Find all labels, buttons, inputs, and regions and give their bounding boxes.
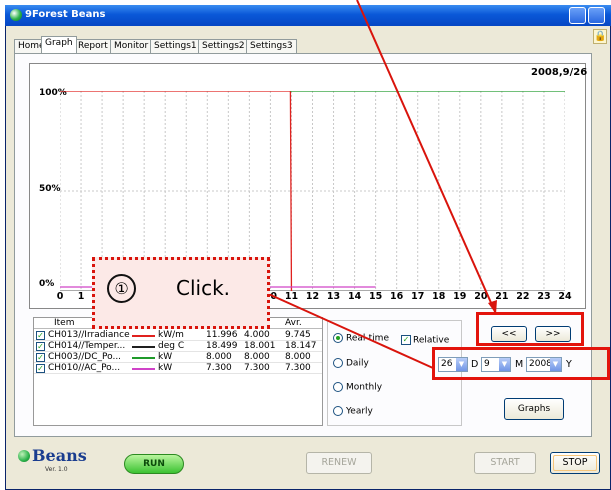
radio-yearly[interactable]: Yearly	[333, 406, 373, 417]
legend-avr: 7.300	[285, 363, 311, 373]
x-tick-label: 15	[369, 291, 383, 302]
legend-channel: CH013//Irradiance	[48, 330, 130, 340]
y-tick-label: 50%	[39, 184, 61, 194]
legend-header-avr: Avr.	[285, 318, 302, 328]
tab-report[interactable]: Report	[74, 39, 112, 53]
graphs-button[interactable]: Graphs	[504, 398, 564, 420]
legend-swatch	[132, 357, 155, 359]
legend-value-1: 18.499	[206, 341, 238, 351]
legend-row[interactable]: ✓ CH003//DC_Po... kW 8.000 8.000 8.000	[34, 352, 322, 363]
tab-settings3[interactable]: Settings3	[246, 39, 297, 53]
radio-label: Yearly	[346, 406, 373, 417]
app-icon	[10, 9, 22, 21]
legend-avr: 9.745	[285, 330, 311, 340]
legend-avr: 18.147	[285, 341, 317, 351]
chart-date-label: 2008,9/26	[531, 67, 588, 78]
legend-value-1: 11.996	[206, 330, 238, 340]
radio-dot[interactable]	[333, 333, 343, 343]
legend-channel: CH010//AC_Po...	[48, 363, 121, 373]
legend-value-2: 8.000	[244, 352, 270, 362]
x-tick-label: 22	[516, 291, 530, 302]
start-button[interactable]: START	[474, 452, 536, 474]
legend-header-item: Item	[54, 318, 75, 328]
window-title: 9Forest Beans	[25, 9, 106, 20]
tab-graph[interactable]: Graph	[41, 36, 77, 53]
version-label: Ver. 1.0	[45, 466, 68, 473]
legend-swatch	[132, 335, 155, 337]
logo-text: Beans	[32, 446, 87, 465]
legend-unit: kW/m	[158, 330, 184, 340]
check-icon[interactable]: ✓	[36, 353, 45, 362]
title-bar: 9Forest Beans	[5, 5, 611, 26]
radio-monthly[interactable]: Monthly	[333, 382, 382, 393]
radio-real-time[interactable]: Real-time	[333, 333, 389, 344]
x-tick-label: 14	[347, 291, 362, 302]
radio-label: Real-time	[346, 333, 389, 344]
legend-value-2: 7.300	[244, 363, 270, 373]
legend-value-2: 18.001	[244, 341, 276, 351]
legend-row[interactable]: ✓ CH010//AC_Po... kW 7.300 7.300 7.300	[34, 363, 322, 374]
highlight-date-selectors	[432, 347, 610, 380]
tab-monitor[interactable]: Monitor	[110, 39, 153, 53]
legend-table: Item Avr. ✓ CH013//Irradiance kW/m 11.996 4.…	[33, 317, 323, 426]
legend-avr: 8.000	[285, 352, 311, 362]
bean-icon	[18, 450, 30, 462]
legend-unit: kW	[158, 352, 173, 362]
lock-icon[interactable]: 🔒	[593, 29, 607, 44]
legend-value-1: 8.000	[206, 352, 232, 362]
check-icon[interactable]: ✓	[401, 335, 411, 345]
stop-label: STOP	[562, 457, 588, 468]
click-callout: ① Click.	[92, 257, 270, 329]
legend-unit: deg C	[158, 341, 185, 351]
maximize-button[interactable]	[588, 7, 605, 24]
legend-value-2: 4.000	[244, 330, 270, 340]
x-tick-label: 20	[474, 291, 488, 302]
legend-row[interactable]: ✓ CH013//Irradiance kW/m 11.996 4.000 9.745	[34, 330, 322, 341]
legend-swatch	[132, 346, 155, 348]
x-tick-label: 13	[326, 291, 341, 302]
legend-swatch	[132, 368, 155, 370]
x-tick-label: 18	[432, 291, 446, 302]
highlight-nav-buttons	[476, 312, 584, 346]
check-icon[interactable]: ✓	[36, 342, 45, 351]
radio-label: Monthly	[346, 382, 383, 393]
run-label: RUN	[143, 459, 165, 469]
x-tick-label: 16	[390, 291, 404, 302]
minimize-button[interactable]	[569, 7, 586, 24]
x-tick-label: 0	[56, 291, 64, 302]
beans-logo: Beans	[18, 446, 87, 465]
radio-dot[interactable]	[333, 358, 343, 368]
check-icon[interactable]: ✓	[36, 331, 45, 340]
callout-text: Click.	[176, 276, 231, 300]
run-indicator: RUN	[124, 454, 184, 474]
radio-daily[interactable]: Daily	[333, 358, 369, 369]
check-icon[interactable]: ✓	[36, 364, 45, 373]
tab-settings2[interactable]: Settings2	[198, 39, 249, 53]
stop-button[interactable]: STOP	[550, 452, 600, 474]
x-tick-label: 21	[495, 291, 509, 302]
x-tick-label: 17	[411, 291, 425, 302]
x-tick-label: 19	[453, 291, 467, 302]
x-tick-label: 23	[537, 291, 551, 302]
legend-unit: kW	[158, 363, 173, 373]
legend-value-1: 7.300	[206, 363, 232, 373]
legend-channel: CH003//DC_Po...	[48, 352, 122, 362]
renew-button[interactable]: RENEW	[306, 452, 372, 474]
x-tick-label: 1	[77, 291, 85, 302]
legend-channel: CH014//Temper...	[48, 341, 126, 351]
y-tick-label: 0%	[39, 279, 55, 289]
legend-row[interactable]: ✓ CH014//Temper... deg C 18.499 18.001 18.147	[34, 341, 322, 352]
radio-dot[interactable]	[333, 406, 343, 416]
relative-label: Relative	[413, 335, 450, 346]
radio-dot[interactable]	[333, 382, 343, 392]
radio-label: Daily	[346, 358, 369, 369]
step-number: ①	[107, 274, 136, 303]
relative-checkbox[interactable]: ✓ Relative	[401, 335, 449, 346]
x-tick-label: 24	[558, 291, 572, 302]
x-tick-label: 12	[305, 291, 320, 302]
x-tick-label: 11	[284, 291, 299, 302]
tab-settings1[interactable]: Settings1	[150, 39, 201, 53]
